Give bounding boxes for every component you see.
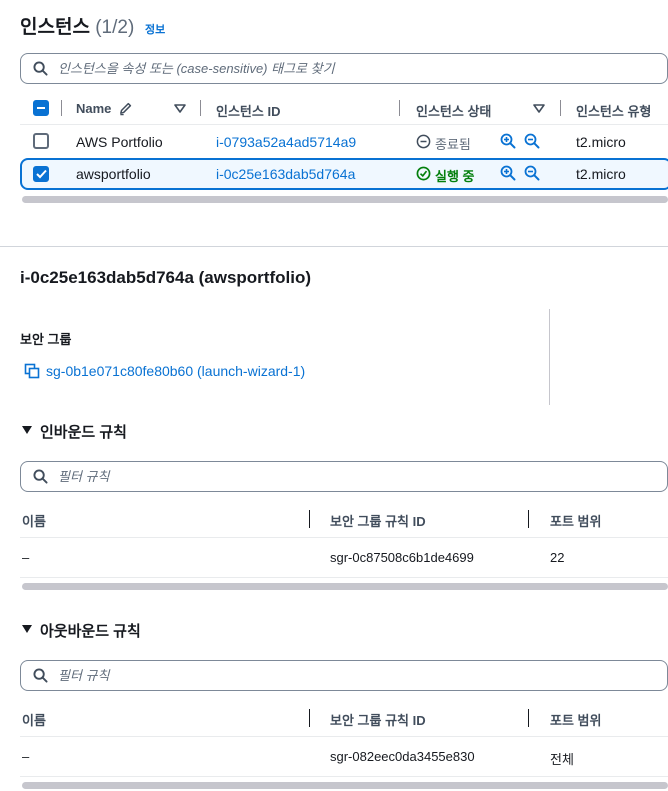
search-icon (33, 469, 48, 484)
instance-search-input[interactable] (58, 61, 618, 76)
column-divider (309, 510, 310, 528)
instance-id-link[interactable]: i-0c25e163dab5d764a (216, 166, 355, 182)
rule-id: sgr-0c87508c6b1de4699 (330, 550, 474, 565)
column-divider (560, 100, 561, 116)
column-divider (309, 709, 310, 727)
horizontal-scrollbar[interactable] (22, 782, 668, 789)
rule-name: – (22, 550, 30, 565)
select-all-checkbox[interactable] (33, 100, 49, 116)
table-divider (20, 537, 668, 538)
inbound-filter-box[interactable] (20, 461, 668, 492)
column-divider (61, 100, 62, 116)
selection-count: (1/2) (95, 17, 135, 38)
instance-state: 실행 중 (435, 169, 475, 184)
column-header-name[interactable]: 이름 (22, 511, 46, 530)
column-header-name[interactable]: Name (76, 101, 111, 116)
security-group-label: 보안 그룹 (20, 332, 72, 347)
check-circle-icon (416, 166, 431, 181)
page-title-text: 인스턴스 (20, 17, 90, 38)
sort-caret-icon[interactable] (174, 104, 186, 113)
detail-title: i-0c25e163dab5d764a (awsportfolio) (20, 268, 312, 287)
column-header-instance-id[interactable]: 인스턴스 ID (216, 101, 280, 120)
split-panel-divider[interactable] (0, 246, 668, 247)
zoom-in-icon[interactable] (500, 165, 516, 181)
instance-type: t2.micro (576, 134, 626, 150)
row-checkbox-checked[interactable] (33, 166, 49, 182)
search-icon (33, 668, 48, 683)
zoom-out-icon[interactable] (524, 165, 540, 181)
column-header-rule-id[interactable]: 보안 그룹 규칙 ID (330, 511, 426, 530)
copy-icon[interactable] (24, 363, 40, 379)
rule-id: sgr-082eec0da3455e830 (330, 749, 475, 764)
outbound-rules-title[interactable]: 아웃바운드 규칙 (40, 620, 141, 641)
inbound-rules-title[interactable]: 인바운드 규칙 (40, 421, 127, 442)
instance-state: 종료됨 (435, 137, 471, 152)
zoom-out-icon[interactable] (524, 133, 540, 149)
info-link[interactable]: 정보 (145, 21, 165, 37)
rule-port: 22 (550, 550, 565, 565)
column-header-rule-id[interactable]: 보안 그룹 규칙 ID (330, 710, 426, 729)
column-divider (528, 709, 529, 727)
rule-name: – (22, 749, 30, 764)
horizontal-scrollbar[interactable] (22, 196, 668, 203)
caret-down-icon[interactable] (22, 426, 32, 434)
row-checkbox[interactable] (33, 133, 49, 149)
minus-icon (37, 107, 45, 109)
outbound-filter-box[interactable] (20, 660, 668, 691)
column-header-name[interactable]: 이름 (22, 710, 46, 729)
column-divider (549, 309, 550, 405)
page-title: 인스턴스 (1/2) (20, 12, 134, 39)
rule-port: 전체 (550, 752, 574, 767)
outbound-filter-input[interactable] (58, 668, 618, 683)
column-header-port[interactable]: 포트 범위 (550, 511, 601, 530)
table-divider (20, 124, 668, 125)
instance-name: AWS Portfolio (76, 134, 163, 150)
table-divider (20, 577, 668, 578)
search-icon (33, 61, 48, 76)
instance-type: t2.micro (576, 166, 626, 182)
column-header-port[interactable]: 포트 범위 (550, 710, 601, 729)
minus-circle-icon (416, 134, 431, 149)
sort-caret-icon[interactable] (533, 104, 545, 113)
instance-id-link[interactable]: i-0793a52a4ad5714a9 (216, 134, 356, 150)
column-divider (399, 100, 400, 116)
security-group-link[interactable]: sg-0b1e071c80fe80b60 (launch-wizard-1) (46, 363, 305, 379)
table-divider (20, 776, 668, 777)
instance-name: awsportfolio (76, 166, 151, 182)
column-divider (528, 510, 529, 528)
inbound-filter-input[interactable] (58, 469, 618, 484)
table-divider (20, 736, 668, 737)
instance-search-box[interactable] (20, 53, 668, 84)
horizontal-scrollbar[interactable] (22, 583, 668, 590)
check-icon (35, 169, 47, 179)
zoom-in-icon[interactable] (500, 133, 516, 149)
column-divider (200, 100, 201, 116)
column-header-state[interactable]: 인스턴스 상태 (416, 101, 491, 120)
caret-down-icon[interactable] (22, 625, 32, 633)
column-header-name-label: Name (76, 101, 112, 116)
edit-pencil-icon[interactable] (118, 101, 133, 116)
column-header-type[interactable]: 인스턴스 유형 (576, 101, 651, 120)
